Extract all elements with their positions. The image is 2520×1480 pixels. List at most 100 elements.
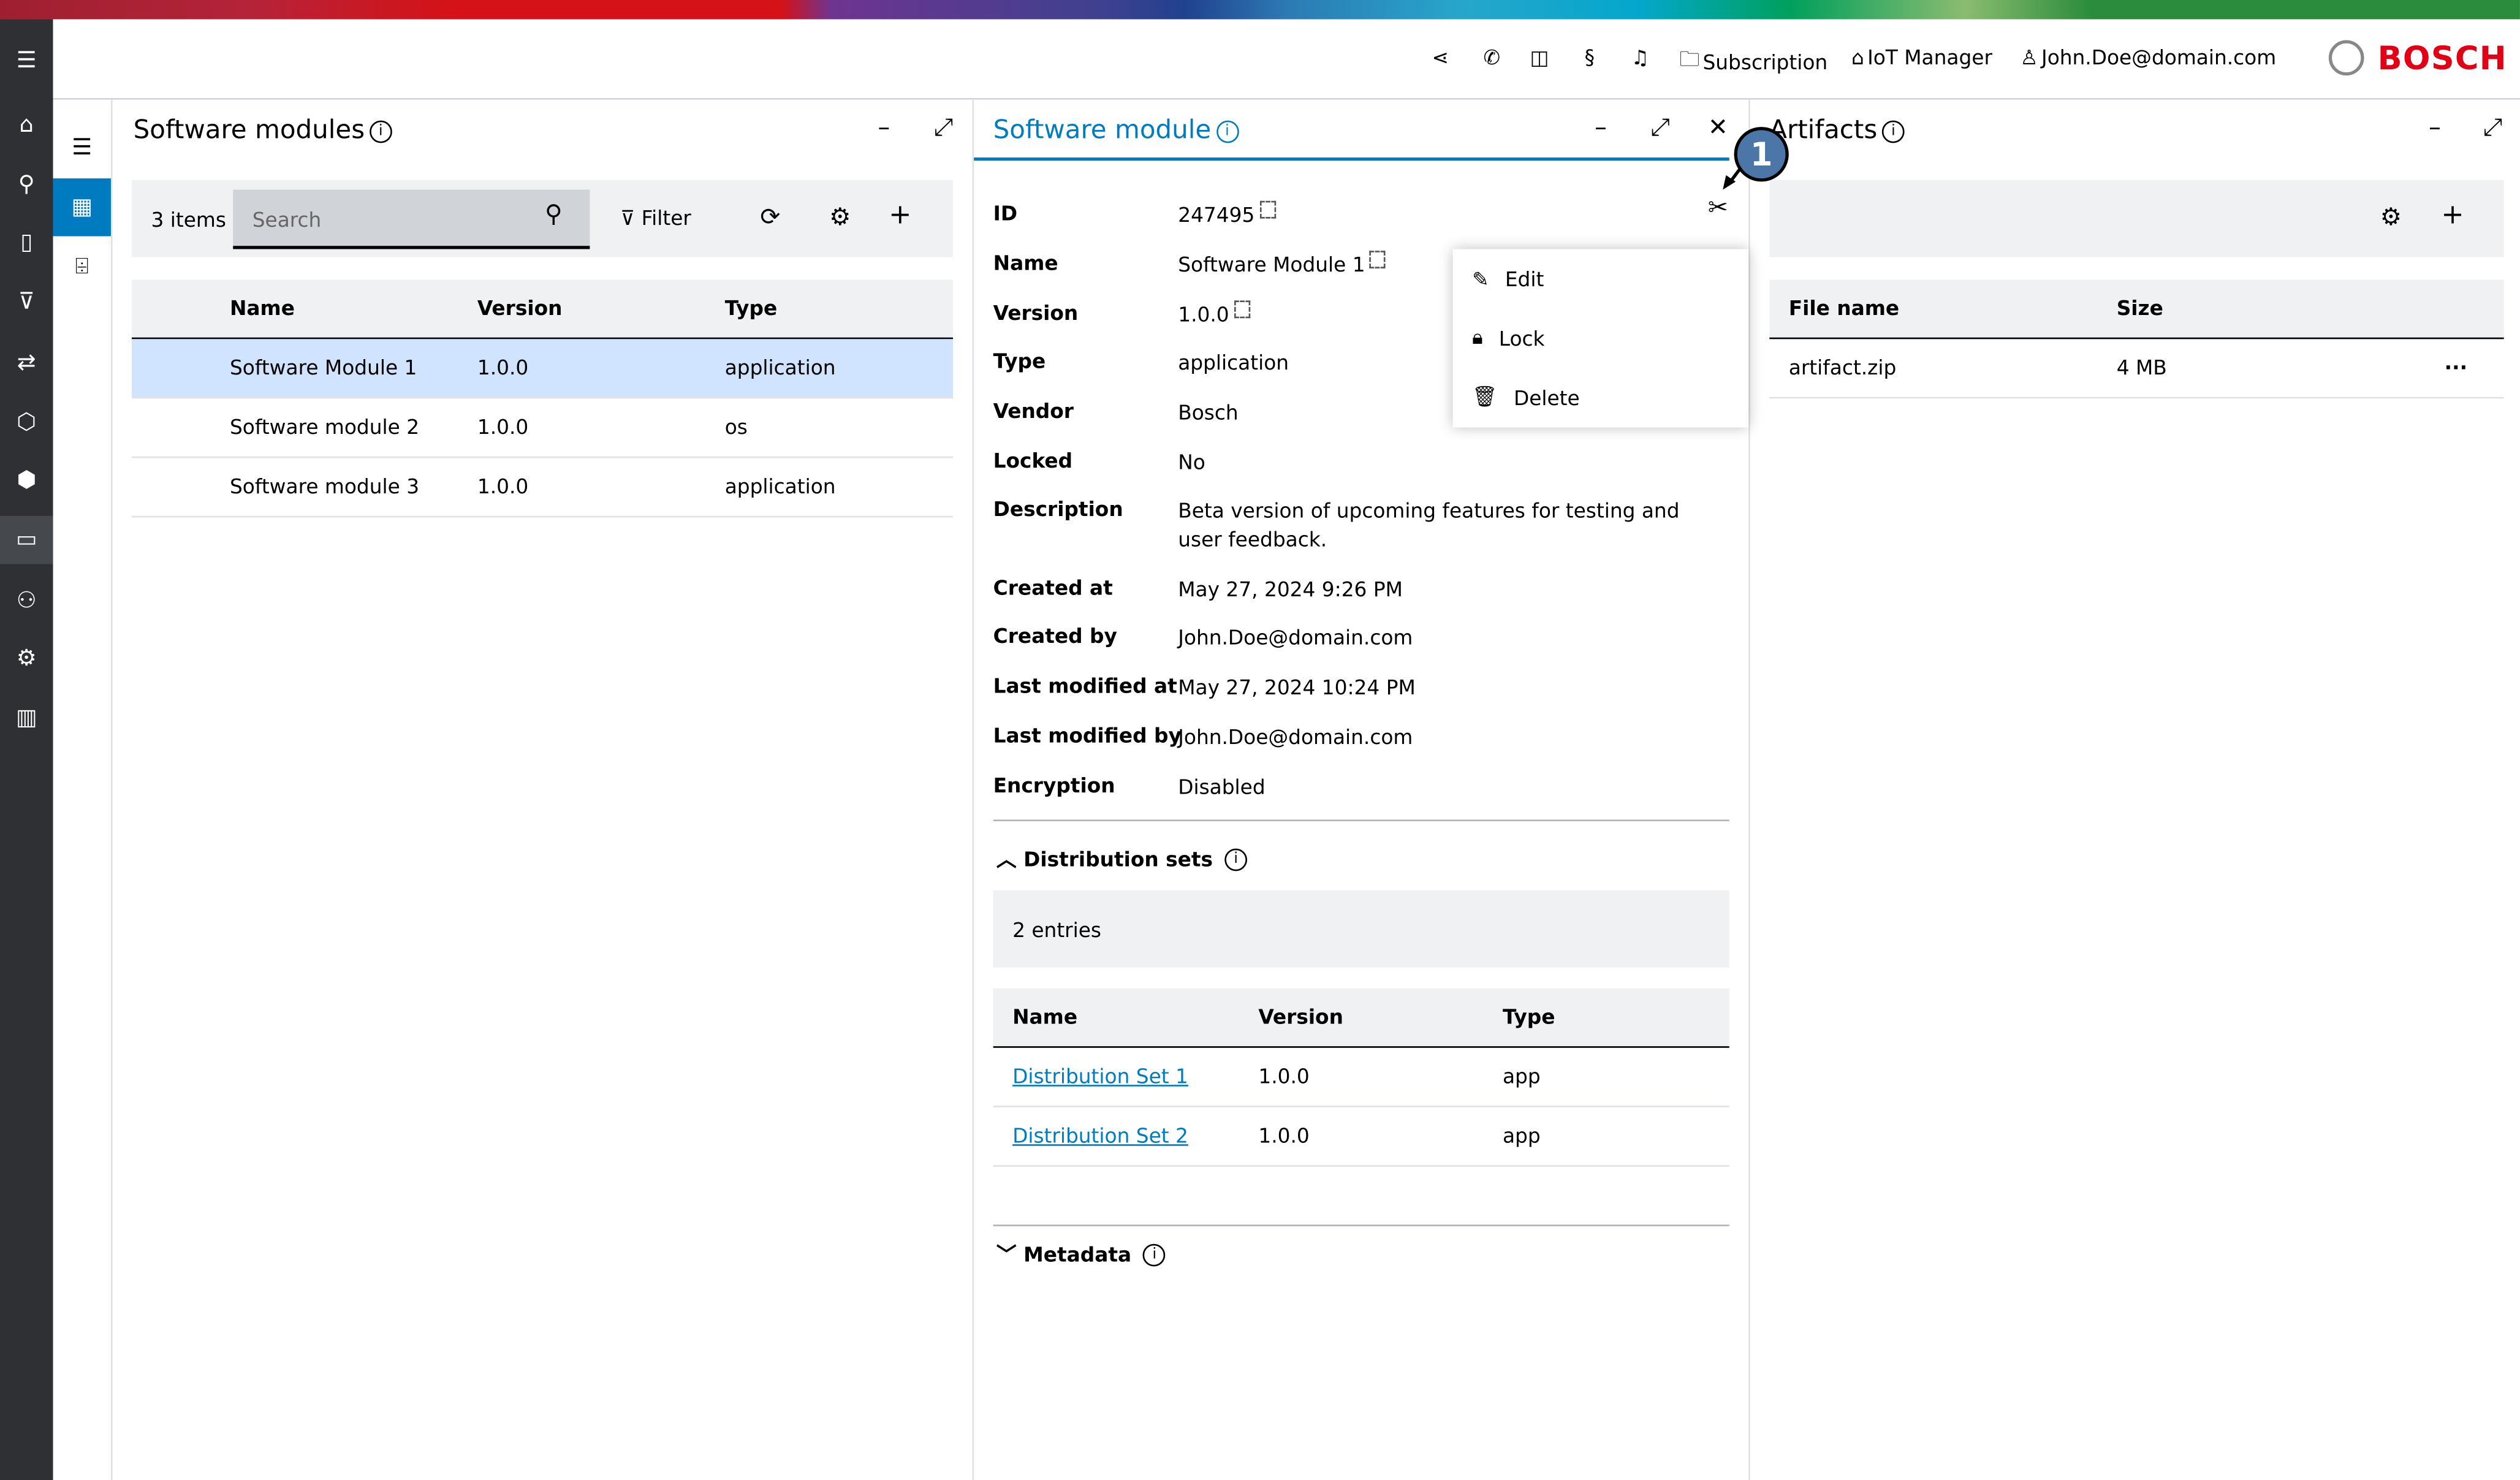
table-row[interactable]: Software module 2 1.0.0 os [132, 398, 954, 458]
item-count: 3 items [151, 207, 226, 232]
info-icon[interactable]: i [1224, 848, 1248, 871]
artifacts-panel: Artifacts i – ⤢ ⚙ + File name Size artifac… [1750, 100, 2520, 1480]
table-row: Distribution Set 1 1.0.0 app [993, 1048, 1729, 1107]
column-header[interactable]: Version [477, 279, 563, 337]
menu-item-lock[interactable]: 🔒︎ Lock [1472, 321, 1544, 353]
table-icon[interactable]: ▦ [53, 178, 111, 237]
brand-gradient-bar [0, 0, 2520, 20]
distribution-sets-toggle[interactable]: ︿ Distribution sets i [996, 842, 1248, 873]
filter-button[interactable]: ⊽ Filter [620, 206, 691, 230]
active-indicator [974, 157, 1729, 161]
refresh-icon[interactable]: ⟳ [760, 202, 780, 231]
main-sidebar: ☰ ⌂ ⚲ ▯ ⊽ ⇄ ⬡ ⬢ ▭ ⚇ ⚙ ▥ [0, 19, 53, 1480]
column-header[interactable]: Name [1012, 989, 1077, 1046]
info-icon[interactable]: i [1882, 120, 1905, 143]
pencil-icon: ✎ [1472, 266, 1489, 290]
field-label: Last modified by [993, 723, 1182, 748]
more-options-icon[interactable]: ··· [2445, 339, 2467, 397]
filter-icon[interactable]: ⊽ [0, 278, 53, 327]
expand-button[interactable]: ⤢ [1644, 113, 1676, 142]
minimize-button[interactable]: – [2419, 113, 2451, 142]
add-icon[interactable]: + [889, 199, 911, 231]
package-icon[interactable]: ⬢ [0, 457, 53, 505]
menu-item-delete[interactable]: 🗑︎ Delete [1472, 381, 1580, 413]
actions-menu: ✎ Edit 🔒︎ Lock 🗑︎ Delete [1452, 249, 1749, 428]
table-row[interactable]: Software module 3 1.0.0 application [132, 458, 954, 518]
field-value: 247495 [1178, 202, 1255, 227]
settings-icon[interactable]: ⚙ [829, 202, 851, 231]
panel-title: Software modules [133, 114, 365, 145]
search-icon[interactable]: ⚲ [0, 161, 53, 209]
home-icon[interactable]: ⌂ [0, 101, 53, 150]
field-value: Disabled [1178, 774, 1266, 799]
metadata-toggle[interactable]: ﹀ Metadata i [996, 1237, 1166, 1268]
search-icon[interactable]: ⚲ [545, 199, 563, 228]
section-title: Distribution sets [1023, 847, 1213, 871]
column-header[interactable]: Version [1258, 989, 1343, 1046]
menu-icon[interactable]: ☰ [0, 37, 53, 85]
chart-icon[interactable]: ▥ [0, 694, 53, 743]
menu-icon[interactable]: ☰ [53, 119, 111, 176]
minimize-button[interactable]: – [1585, 113, 1617, 142]
bell-icon[interactable]: ♫ [1631, 45, 1649, 69]
column-header[interactable]: File name [1789, 279, 1899, 337]
info-icon[interactable]: i [1216, 120, 1239, 143]
expand-button[interactable]: ⤢ [927, 113, 959, 142]
add-icon[interactable]: + [2441, 199, 2464, 231]
chip-icon[interactable]: ⌹ [53, 238, 111, 295]
software-icon[interactable]: ▭ [0, 515, 53, 564]
filter-label: Filter [641, 205, 691, 230]
minimize-button[interactable]: – [868, 113, 900, 142]
expand-button[interactable]: ⤢ [2476, 113, 2508, 142]
panel-title: Software module [993, 114, 1212, 145]
field-value: Beta version of upcoming features for te… [1178, 498, 1680, 552]
paragraph-icon[interactable]: § [1585, 45, 1595, 69]
subscription-label: Subscription [1702, 50, 1828, 74]
column-header[interactable]: Name [230, 279, 295, 337]
subscription-link[interactable]: 🗀 Subscription [1679, 45, 1827, 78]
distribution-set-link[interactable]: Distribution Set 1 [1012, 1048, 1188, 1106]
settings-icon[interactable]: ⚙ [2380, 202, 2402, 231]
copy-icon[interactable] [1234, 300, 1250, 319]
copy-icon[interactable] [1370, 251, 1386, 268]
search-placeholder: Search [252, 207, 322, 232]
secondary-nav: ☰ ▦ ⌹ [53, 99, 113, 1480]
cell-name: Software Module 1 [230, 355, 417, 379]
building-icon: ⌂ [1851, 45, 1864, 69]
field-label: Encryption [993, 773, 1115, 797]
artifacts-table: File name Size artifact.zip 4 MB ··· [1769, 279, 2504, 399]
column-header[interactable]: Type [725, 279, 778, 337]
book-icon[interactable]: ◫ [1530, 45, 1549, 69]
copy-icon[interactable] [1259, 200, 1276, 219]
cell-version: 1.0.0 [477, 474, 529, 498]
box-icon[interactable]: ⬡ [0, 398, 53, 447]
share-icon[interactable]: ⋖ [1432, 45, 1449, 69]
user-menu[interactable]: ♙ John.Doe@domain.com [2020, 45, 2276, 69]
user-email: John.Doe@domain.com [2041, 45, 2277, 69]
distribution-set-link[interactable]: Distribution Set 2 [1012, 1107, 1188, 1165]
cell-type: app [1502, 1123, 1541, 1148]
field-value: Software Module 1 [1178, 252, 1365, 277]
info-icon[interactable]: i [1143, 1243, 1166, 1267]
table-row[interactable]: Software Module 1 1.0.0 application [132, 339, 954, 399]
menu-item-edit[interactable]: ✎ Edit [1472, 262, 1544, 294]
brand-logo: BOSCH [2377, 38, 2507, 77]
info-icon[interactable]: i [369, 120, 392, 143]
column-header[interactable]: Type [1503, 989, 1555, 1046]
document-icon[interactable]: ▯ [0, 219, 53, 267]
search-input[interactable]: Search ⚲ [233, 189, 590, 249]
route-icon[interactable]: ⇄ [0, 339, 53, 387]
iot-manager-link[interactable]: ⌂ IoT Manager [1851, 45, 1992, 69]
cell-version: 1.0.0 [1258, 1064, 1310, 1088]
entry-count: 2 entries [1012, 917, 1102, 942]
cell-size: 4 MB [2116, 355, 2167, 379]
phone-icon[interactable]: ✆ [1483, 45, 1500, 69]
software-modules-panel: Software modules i – ⤢ 3 items Search ⚲ ⊽… [113, 99, 974, 1480]
field-label: Created by [993, 623, 1117, 648]
settings-icon[interactable]: ⚙ [0, 635, 53, 683]
user-access-icon[interactable]: ⚇ [0, 577, 53, 625]
cell-version: 1.0.0 [477, 355, 529, 379]
field-value: John.Doe@domain.com [1178, 625, 1413, 650]
column-header[interactable]: Size [2117, 279, 2163, 337]
table-row[interactable]: artifact.zip 4 MB ··· [1769, 339, 2504, 399]
